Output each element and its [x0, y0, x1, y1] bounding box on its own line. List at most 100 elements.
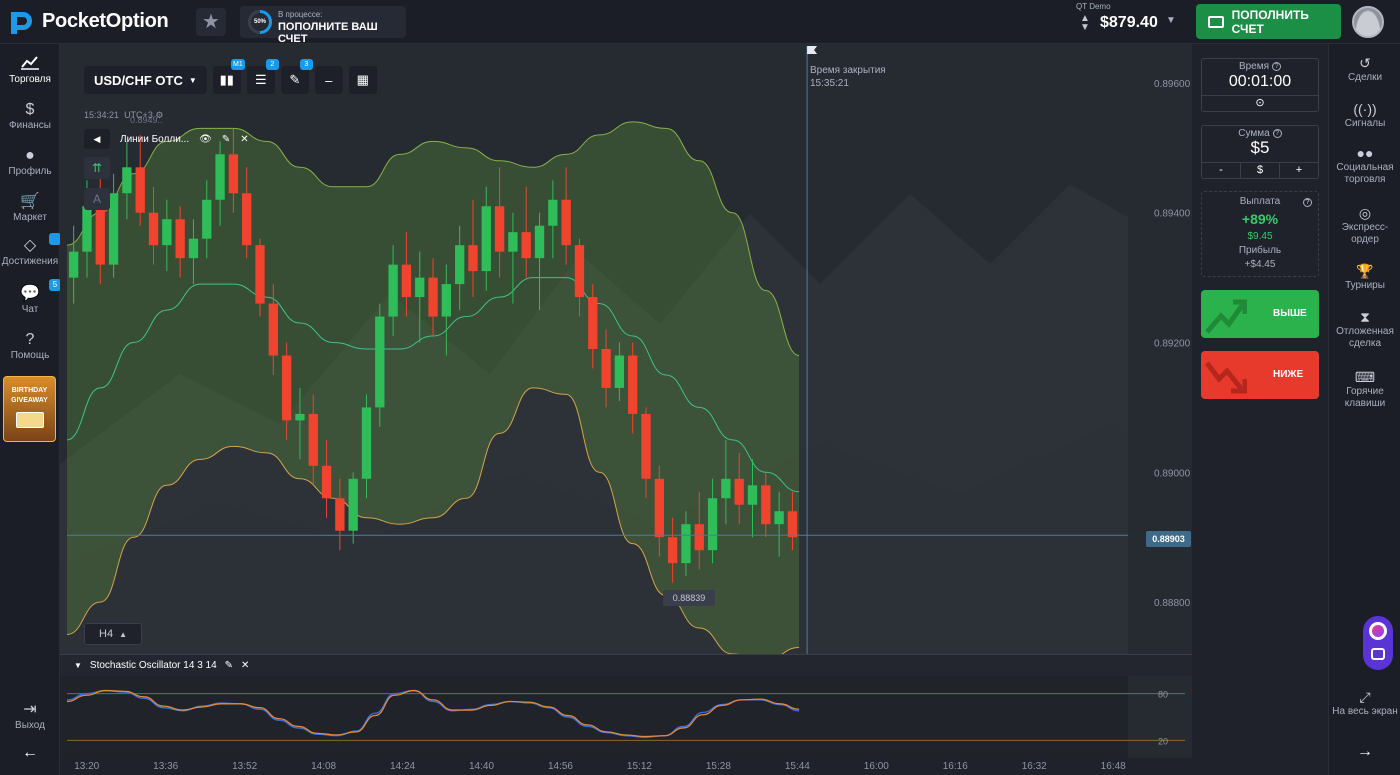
favorites-star-icon[interactable]: ★: [196, 8, 226, 36]
chat-bubble-icon[interactable]: [1369, 622, 1387, 640]
progress-percent: 50%: [251, 13, 269, 31]
lower-button[interactable]: НИЖЕ: [1201, 351, 1319, 399]
currency-toggle[interactable]: $: [1241, 163, 1280, 178]
drawings-count-badge: 3: [299, 59, 313, 70]
exit-icon: ⇥: [23, 701, 37, 718]
rnav-item-tournaments[interactable]: 🏆 Турниры: [1329, 262, 1400, 292]
logout-button[interactable]: ⇥ Выход: [0, 700, 60, 731]
candle-body: [455, 245, 465, 285]
pocketoption-logo-icon: [11, 12, 32, 34]
close-icon[interactable]: ✕: [240, 134, 248, 145]
candle-body: [281, 355, 292, 421]
fullscreen-button[interactable]: ⤢ На весь экран: [1329, 688, 1400, 718]
indicators-button[interactable]: ☰ 2: [246, 59, 279, 94]
sidebar-item-market[interactable]: 🛒 Маркет: [0, 192, 60, 223]
low-price-tag: 0.88839: [663, 590, 715, 606]
sidebar-label: Маркет: [13, 212, 47, 223]
sidebar-item-profile[interactable]: ● Профиль: [0, 146, 60, 177]
help-icon[interactable]: ?: [1272, 129, 1282, 138]
sidebar-item-trading[interactable]: Торговля: [0, 54, 60, 85]
pencil-icon[interactable]: ✎: [222, 134, 230, 145]
cart-icon: 🛒: [20, 193, 40, 210]
collapse-indicators-button[interactable]: ◀: [84, 129, 110, 149]
candle-body: [175, 219, 185, 259]
birthday-giveaway-promo[interactable]: BIRTHDAY GIVEAWAY: [3, 376, 56, 442]
trophy-icon: 🏆: [1356, 263, 1374, 279]
account-switcher[interactable]: QT Demo ▲ ▼ $879.40 ▼: [1068, 2, 1186, 40]
sidebar-item-finance[interactable]: $ Финансы: [0, 100, 60, 131]
sidebar-item-help[interactable]: ? Помощь: [0, 330, 60, 361]
candle-body: [694, 524, 704, 551]
candle-body: [215, 154, 225, 200]
asset-selector[interactable]: USD/CHF OTC ▼: [84, 66, 207, 94]
lower-label: НИЖЕ: [1273, 369, 1304, 380]
close-icon[interactable]: ✕: [241, 660, 249, 671]
dollar-icon: $: [25, 101, 35, 118]
time-value[interactable]: 00:01:00: [1202, 73, 1318, 91]
help-icon[interactable]: ?: [1272, 62, 1282, 71]
amount-plus-button[interactable]: +: [1280, 163, 1318, 178]
higher-label: ВЫШЕ: [1273, 308, 1307, 319]
rnav-item-trades[interactable]: ↺ Сделки: [1329, 54, 1400, 84]
chart-line-icon: [0, 54, 60, 74]
higher-button[interactable]: ВЫШЕ: [1201, 290, 1319, 338]
time-tick-label: 16:48: [1101, 761, 1126, 772]
gear-icon[interactable]: ⚙: [155, 110, 163, 120]
amount-value[interactable]: $5: [1202, 138, 1318, 158]
deposit-progress[interactable]: 50% В процессе: ПОПОЛНИТЕ ВАШ СЧЕТ: [240, 6, 406, 45]
collapse-icon[interactable]: ▼: [74, 661, 82, 670]
hourglass-icon: ⧗: [1360, 309, 1370, 325]
timeframe-selector[interactable]: H4 ▲: [84, 623, 142, 645]
rnav-item-pending[interactable]: ⧗ Отложенная сделка: [1329, 308, 1400, 350]
pencil-icon[interactable]: ✎: [225, 660, 233, 671]
candle-body: [481, 206, 491, 272]
rnav-item-express[interactable]: ◎ Экспресс-ордер: [1329, 204, 1400, 246]
gallery-icon[interactable]: [1371, 648, 1385, 660]
current-price-tag: 0.88903: [1146, 531, 1191, 547]
collapse-right-arrow-icon[interactable]: →: [1329, 744, 1400, 760]
logout-label: Выход: [15, 720, 45, 731]
candle-body: [228, 154, 239, 194]
candle-body: [148, 212, 159, 246]
drawings-button[interactable]: ✎ 3: [280, 59, 313, 94]
clock-icon[interactable]: ⊙: [1202, 96, 1318, 111]
account-type: QT Demo: [1076, 2, 1111, 11]
sidebar-label: Достижения: [1, 256, 59, 267]
timeframe-badge: M1: [231, 59, 245, 70]
trend-tool-icon[interactable]: ⇈: [84, 157, 110, 179]
progress-ring: 50%: [248, 10, 272, 34]
more-button[interactable]: –: [314, 66, 343, 94]
eye-icon[interactable]: 👁: [199, 134, 212, 145]
candle-body: [441, 284, 452, 317]
help-icon[interactable]: ?: [1303, 198, 1312, 207]
help-icon: ?: [25, 331, 35, 348]
rnav-item-signals[interactable]: ((·)) Сигналы: [1329, 100, 1400, 130]
chart-type-button[interactable]: ▮▮ M1: [212, 59, 245, 94]
candle-body: [95, 206, 105, 265]
chevron-up-icon: ▲: [119, 629, 127, 639]
time-tick-label: 14:40: [469, 761, 494, 772]
price-tick-label: 0.89000: [1154, 468, 1191, 479]
time-tick-label: 14:56: [548, 761, 573, 772]
time-tick-label: 13:20: [74, 761, 99, 772]
avatar[interactable]: [1352, 6, 1384, 38]
collapse-left-arrow-icon[interactable]: ←: [0, 744, 60, 762]
amount-minus-button[interactable]: -: [1202, 163, 1241, 178]
text-tool-icon[interactable]: A: [84, 188, 110, 210]
layout-grid-button[interactable]: ▦: [348, 66, 377, 94]
chart-area[interactable]: 0.89600 0.89400 0.89200 0.89000 0.88800 80 20 1…: [60, 44, 1192, 775]
candle-body: [747, 485, 758, 505]
brand-logo[interactable]: PocketOption: [8, 8, 169, 34]
candle-body: [641, 413, 651, 479]
floating-widget[interactable]: [1363, 616, 1393, 670]
rnav-item-hotkeys[interactable]: ⌨ Горячие клавиши: [1329, 368, 1400, 410]
asset-name: USD/CHF OTC: [94, 72, 183, 88]
top-bar: PocketOption ★ 50% В процессе: ПОПОЛНИТЕ…: [0, 0, 1400, 45]
sliders-icon: ☰: [254, 72, 267, 87]
candle-body: [508, 232, 518, 252]
candle-body: [348, 478, 358, 531]
deposit-button[interactable]: ПОПОЛНИТЬ СЧЕТ: [1196, 4, 1341, 39]
close-time-value: 15:35:21: [810, 78, 849, 89]
brand-name: PocketOption: [42, 9, 169, 32]
rnav-item-social[interactable]: ●● Социальная торговля: [1329, 144, 1400, 186]
